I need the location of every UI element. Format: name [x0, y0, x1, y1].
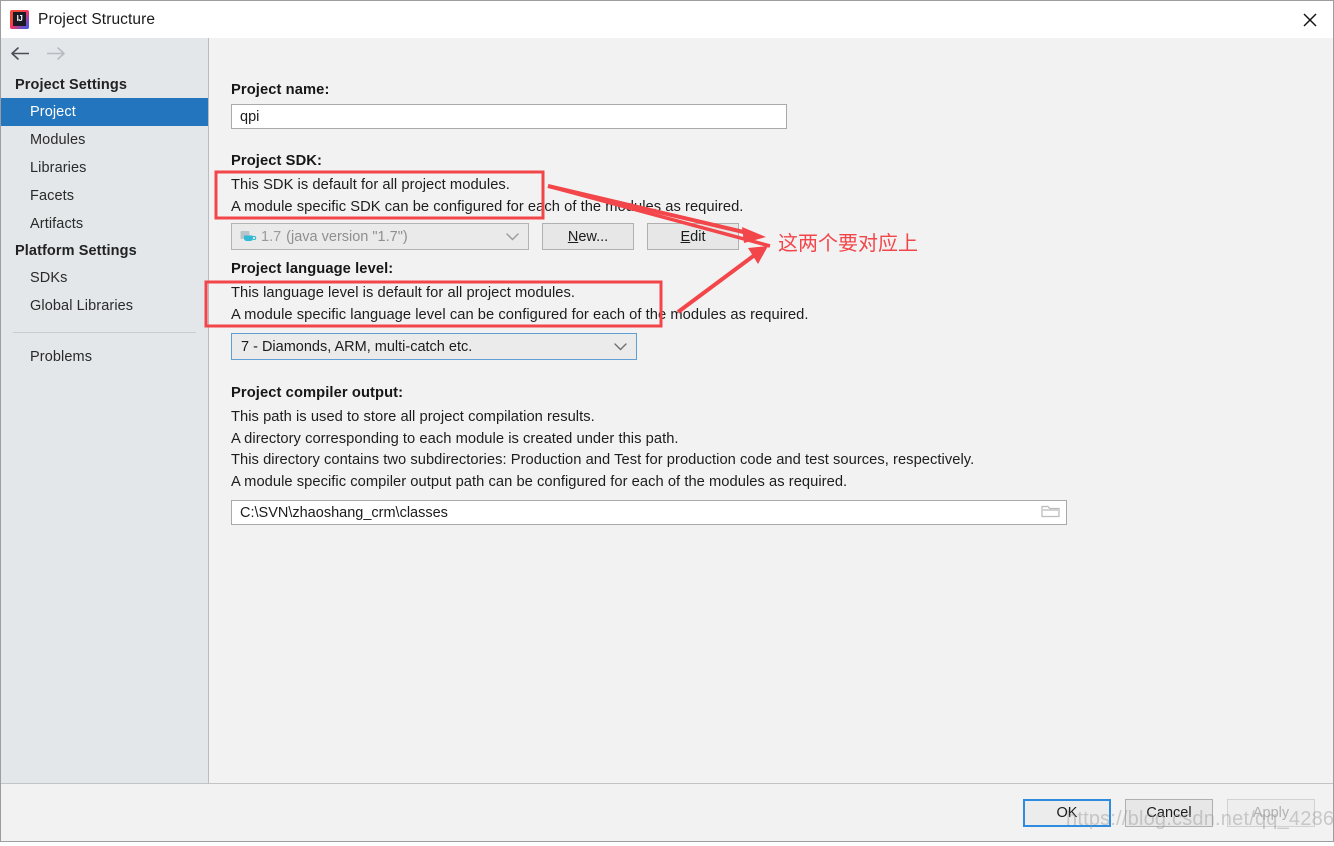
arrow-right-icon[interactable]	[44, 46, 66, 65]
project-sdk-dropdown[interactable]: 1.7 (java version "1.7")	[231, 223, 529, 250]
compiler-output-desc-line4: A module specific compiler output path c…	[231, 473, 848, 490]
window-title: Project Structure	[38, 10, 156, 28]
project-sdk-value: 1.7	[261, 228, 282, 245]
project-sdk-desc-line1: This SDK is default for all project modu…	[231, 177, 510, 193]
project-settings-panel: Project name: qpi Project SDK: This SDK …	[209, 38, 1333, 783]
edit-sdk-button-label: dit	[690, 228, 706, 245]
new-sdk-button[interactable]: New...	[542, 223, 634, 250]
compiler-output-path-value: C:\SVN\zhaoshang_crm\classes	[240, 504, 448, 521]
sidebar-item-artifacts[interactable]: Artifacts	[1, 210, 208, 238]
dialog-content: Project Settings Project Modules Librari…	[1, 38, 1333, 783]
chevron-down-icon	[614, 339, 627, 355]
sidebar-divider	[13, 332, 196, 333]
language-level-label: Project language level:	[231, 261, 394, 277]
java-sdk-icon	[240, 231, 257, 241]
settings-sidebar: Project Settings Project Modules Librari…	[1, 38, 209, 783]
apply-button: Apply	[1227, 798, 1315, 827]
new-sdk-button-label: ew...	[578, 228, 609, 245]
sidebar-item-sdks[interactable]: SDKs	[1, 264, 208, 292]
compiler-output-desc-line2: A directory corresponding to each module…	[231, 430, 679, 447]
chevron-down-icon	[506, 229, 519, 245]
compiler-output-label: Project compiler output:	[231, 385, 404, 401]
cancel-button[interactable]: Cancel	[1125, 798, 1213, 827]
sidebar-heading-project-settings: Project Settings	[15, 77, 127, 93]
arrow-left-icon[interactable]	[10, 46, 32, 65]
language-level-desc-line1: This language level is default for all p…	[231, 285, 576, 301]
ok-button[interactable]: OK	[1023, 798, 1111, 827]
project-name-label: Project name:	[231, 82, 330, 98]
folder-icon[interactable]	[1041, 503, 1060, 522]
project-name-input[interactable]: qpi	[231, 104, 787, 129]
title-bar: Project Structure	[1, 1, 1333, 38]
navigation-arrows	[1, 38, 208, 72]
dialog-button-bar: OK Cancel Apply	[1, 783, 1333, 841]
sidebar-item-global-libraries[interactable]: Global Libraries	[1, 292, 208, 320]
project-name-value: qpi	[240, 108, 260, 125]
sidebar-item-modules[interactable]: Modules	[1, 126, 208, 154]
project-sdk-desc-line2: A module specific SDK can be configured …	[231, 198, 744, 215]
project-sdk-label: Project SDK:	[231, 153, 322, 169]
language-level-value: 7 - Diamonds, ARM, multi-catch etc.	[241, 338, 473, 355]
project-sdk-version-detail: (java version "1.7")	[286, 228, 408, 245]
project-structure-dialog: Project Structure	[0, 0, 1334, 842]
compiler-output-desc-line1: This path is used to store all project c…	[231, 409, 595, 425]
sidebar-item-facets[interactable]: Facets	[1, 182, 208, 210]
sidebar-heading-platform-settings: Platform Settings	[15, 243, 137, 259]
language-level-dropdown[interactable]: 7 - Diamonds, ARM, multi-catch etc.	[231, 333, 637, 360]
sidebar-item-problems[interactable]: Problems	[1, 343, 208, 371]
close-icon[interactable]	[1287, 1, 1333, 38]
sidebar-item-libraries[interactable]: Libraries	[1, 154, 208, 182]
language-level-desc-line2: A module specific language level can be …	[231, 306, 809, 323]
intellij-idea-icon	[10, 10, 29, 29]
edit-sdk-button-mnemonic: E	[680, 228, 691, 245]
edit-sdk-button[interactable]: Edit	[647, 223, 739, 250]
compiler-output-path-input[interactable]: C:\SVN\zhaoshang_crm\classes	[231, 500, 1067, 525]
compiler-output-desc-line3: This directory contains two subdirectori…	[231, 452, 975, 468]
sidebar-item-project[interactable]: Project	[1, 98, 208, 126]
new-sdk-button-mnemonic: N	[567, 228, 579, 245]
